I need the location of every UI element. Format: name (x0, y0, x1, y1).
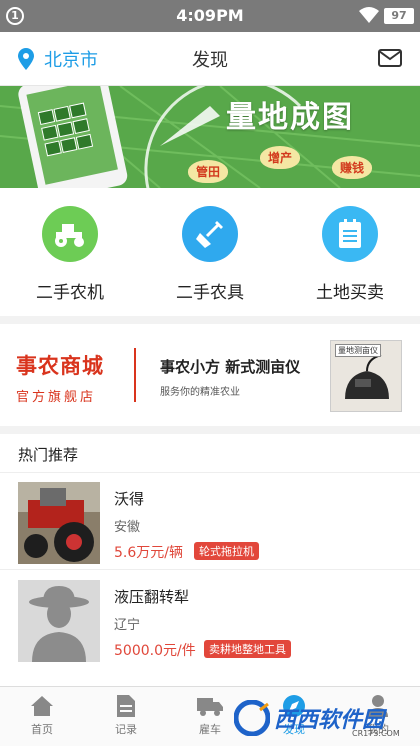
shop-brand: 事农商城 官方旗舰店 (16, 350, 104, 405)
promo-divider (134, 348, 136, 402)
banner-tag: 赚钱 (332, 156, 373, 179)
list-item[interactable]: 沃得 安徽 5.6万元/辆 轮式拖拉机 (0, 474, 420, 570)
banner-tag: 增产 (260, 146, 301, 169)
watermark-url: CR173.COM (352, 729, 400, 738)
item-name: 液压翻转犁 (114, 588, 190, 606)
site-watermark: 西西软件园 CR173.COM (234, 696, 414, 740)
page-title: 发现 (192, 50, 228, 71)
item-category-badge: 卖耕地整地工具 (204, 640, 291, 658)
record-icon (84, 693, 168, 719)
banner-brand: 量地成图 (226, 100, 354, 135)
document-icon (322, 206, 378, 262)
status-bar: 1 4:09PM 97 (0, 0, 420, 32)
category-land-trade[interactable]: 土地买卖 (280, 188, 420, 316)
shop-subtitle: 官方旗舰店 (16, 390, 97, 405)
placeholder-avatar (18, 580, 100, 662)
watermark-logo-icon (234, 700, 270, 736)
product-tag: 量地测亩仪 (335, 344, 381, 357)
list-item[interactable]: 液压翻转犁 辽宁 5000.0元/件 卖耕地整地工具 (0, 572, 420, 668)
section-title: 热门推荐 (18, 446, 79, 464)
tab-label: 记录 (115, 723, 137, 736)
item-price: 5000.0元/件 (114, 643, 196, 659)
mall-promo-card[interactable]: 事农商城 官方旗舰店 事农小方 新式测亩仪 服务你的精准农业 量地测亩仪 (0, 324, 420, 426)
tab-label: 首页 (31, 723, 53, 736)
battery-indicator: 97 (384, 8, 414, 24)
category-label: 土地买卖 (316, 283, 384, 303)
shovel-icon (182, 206, 238, 262)
promo-description: 服务你的精准农业 (160, 387, 240, 398)
category-label: 二手农机 (36, 283, 104, 303)
product-image: 量地测亩仪 (330, 340, 402, 412)
app-screen: 1 4:09PM 97 北京市 发现 量地成图 管田 增产 赚钱 二手农机 二手… (0, 0, 420, 746)
home-icon (0, 693, 84, 719)
mail-icon[interactable] (378, 49, 402, 71)
item-price: 5.6万元/辆 (114, 545, 183, 561)
banner-tag: 管田 (188, 160, 229, 183)
wifi-icon (358, 6, 380, 28)
recommend-section: 热门推荐 沃得 安徽 5.6万元/辆 轮式拖拉机 液压翻转犁 辽宁 5000.0… (0, 434, 420, 686)
category-grid: 二手农机 二手农具 土地买卖 (0, 188, 420, 316)
promo-headline: 事农小方 新式测亩仪 (160, 358, 301, 376)
category-used-tools[interactable]: 二手农具 (140, 188, 280, 316)
top-nav-bar: 北京市 发现 (0, 32, 420, 86)
item-location: 辽宁 (114, 618, 141, 633)
status-time: 4:09PM (176, 6, 244, 25)
tractor-photo (18, 482, 100, 564)
category-label: 二手农具 (176, 283, 244, 303)
category-used-machinery[interactable]: 二手农机 (0, 188, 140, 316)
promo-banner[interactable]: 量地成图 管田 增产 赚钱 (0, 86, 420, 188)
item-name: 沃得 (114, 490, 145, 508)
tab-home[interactable]: 首页 (0, 687, 84, 746)
tab-records[interactable]: 记录 (84, 687, 168, 746)
shop-name: 事农商城 (16, 354, 104, 378)
item-category-badge: 轮式拖拉机 (194, 542, 259, 560)
tractor-icon (42, 206, 98, 262)
section-divider (0, 472, 420, 473)
item-divider (0, 569, 420, 570)
item-location: 安徽 (114, 520, 141, 535)
